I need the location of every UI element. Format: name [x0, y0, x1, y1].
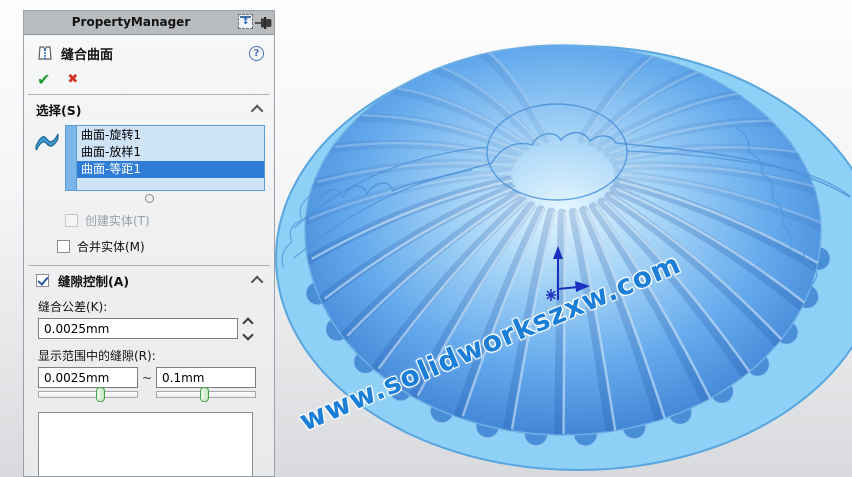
cancel-button[interactable]: ✖: [67, 73, 78, 87]
create-solid-checkbox[interactable]: [65, 214, 78, 227]
create-solid-option: 创建实体(T): [65, 212, 274, 229]
merge-entities-checkbox[interactable]: [57, 240, 70, 253]
chevron-up-icon[interactable]: [250, 104, 264, 118]
gap-control-checkbox[interactable]: [36, 274, 49, 287]
divider: [28, 94, 270, 95]
chevron-up-icon[interactable]: [250, 275, 264, 289]
selection-listbox[interactable]: 曲面-旋转1 曲面-放样1 曲面-等距1: [65, 125, 265, 191]
knit-surface-icon: [38, 46, 52, 60]
selection-section-header[interactable]: 选择(S): [36, 100, 264, 119]
gap-range-max-input[interactable]: [156, 367, 256, 388]
gap-list-box[interactable]: [38, 412, 253, 476]
pane-arrows: ↕: [241, 17, 250, 27]
property-manager-header: PropertyManager ↕: [24, 11, 274, 35]
tolerance-spinner[interactable]: [242, 316, 254, 341]
confirm-row: ✔ ✖: [37, 71, 262, 89]
spinner-up-icon[interactable]: [242, 316, 254, 329]
display-pane-icon[interactable]: ↕: [238, 14, 253, 29]
gap-control-section-header[interactable]: 缝隙控制(A): [36, 271, 264, 290]
spinner-down-icon[interactable]: [242, 328, 254, 341]
pin-icon[interactable]: [254, 15, 272, 30]
property-manager-panel: PropertyManager ↕ 缝合曲面 ? ✔ ✖ 选择(S) 曲面-旋转…: [23, 10, 275, 477]
selection-section-title: 选择(S): [36, 103, 82, 118]
knitting-tolerance-row: [38, 316, 274, 341]
gap-slider-max-thumb[interactable]: [200, 387, 210, 402]
knitting-tolerance-input[interactable]: [38, 318, 238, 339]
knitting-tolerance-label: 缝合公差(K):: [38, 300, 108, 314]
gap-range-label: 显示范围中的缝隙(R):: [38, 349, 156, 363]
feature-title: 缝合曲面: [61, 47, 114, 63]
create-solid-label: 创建实体(T): [85, 214, 150, 228]
gap-slider-min-thumb[interactable]: [95, 387, 105, 402]
gap-slider-max-track[interactable]: [156, 387, 256, 402]
gap-slider-row: [38, 387, 274, 403]
list-item[interactable]: 曲面-旋转1: [77, 127, 264, 144]
merge-entities-label: 合并实体(M): [77, 240, 145, 254]
listbox-resize-handle[interactable]: [144, 194, 154, 203]
list-item[interactable]: 曲面-等距1: [77, 161, 264, 178]
listbox-items: 曲面-旋转1 曲面-放样1 曲面-等距1: [77, 126, 264, 190]
gap-range-row: ~: [38, 367, 274, 388]
gap-slider-min-track[interactable]: [38, 387, 138, 402]
selection-row: 曲面-旋转1 曲面-放样1 曲面-等距1: [32, 125, 265, 191]
property-manager-title: PropertyManager: [71, 15, 191, 29]
gap-control-title: 缝隙控制(A): [58, 274, 130, 289]
merge-entities-option: 合并实体(M): [57, 238, 274, 255]
surface-icon: [32, 125, 62, 191]
range-separator: ~: [141, 370, 153, 385]
feature-title-row: 缝合曲面 ?: [36, 42, 264, 64]
list-item[interactable]: 曲面-放样1: [77, 144, 264, 161]
help-icon[interactable]: ?: [249, 45, 264, 61]
gap-range-min-input[interactable]: [38, 367, 138, 388]
listbox-accent-bar: [66, 126, 77, 190]
ok-button[interactable]: ✔: [37, 72, 50, 88]
divider: [28, 265, 270, 266]
